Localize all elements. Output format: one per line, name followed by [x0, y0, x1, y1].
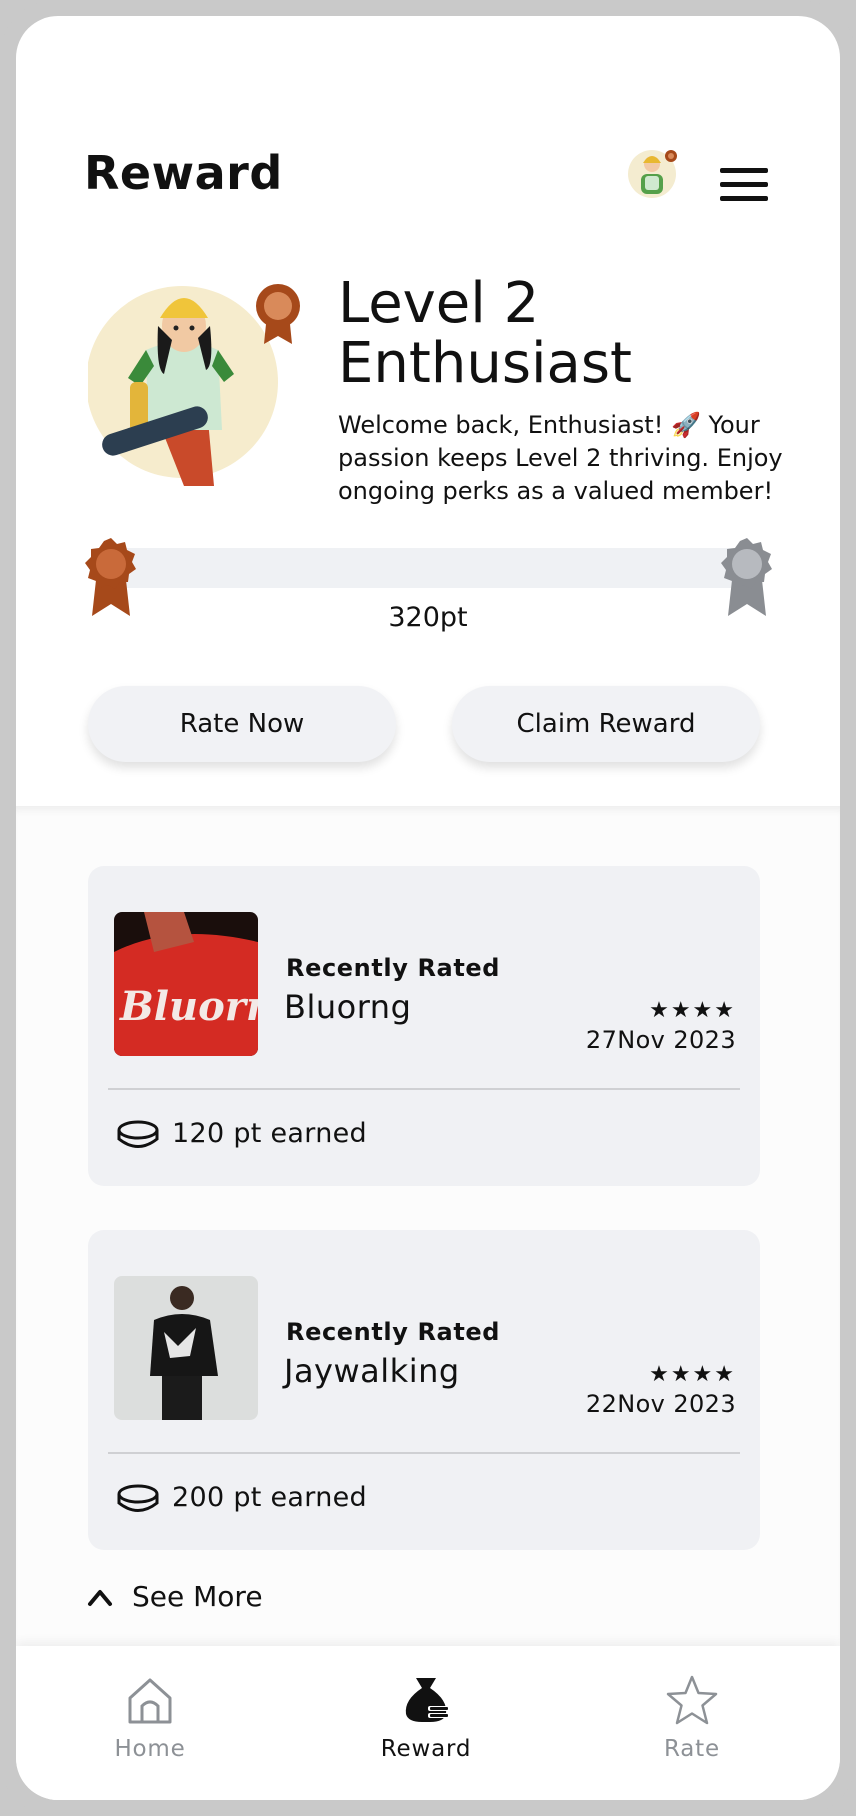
rating-date: 27Nov 2023	[585, 1026, 736, 1054]
recent-activity-section: Bluorng Recently Rated Bluorng ★★★★ 27No…	[16, 806, 840, 1666]
hamburger-icon-bar	[720, 196, 768, 201]
nav-rate[interactable]: Rate	[612, 1674, 772, 1762]
points-earned: 120 pt earned	[172, 1118, 367, 1149]
product-image-model-tshirt	[114, 1276, 258, 1420]
product-thumbnail: Bluorng	[114, 912, 258, 1056]
card-product-name: Bluorng	[284, 988, 412, 1026]
bottom-navigation: Home Reward Rate	[16, 1646, 840, 1800]
card-product-name: Jaywalking	[284, 1352, 460, 1390]
home-icon	[128, 1678, 172, 1724]
rating-date: 22Nov 2023	[585, 1390, 736, 1418]
card-kicker: Recently Rated	[286, 954, 501, 982]
level-progress-bar	[120, 548, 756, 588]
hamburger-icon-bar	[720, 182, 768, 187]
money-bag-icon	[405, 1678, 448, 1722]
app-screen: Reward Level 2 Enthusiast Welcome back, …	[16, 16, 840, 1800]
product-thumbnail	[114, 1276, 258, 1420]
level-title-name: Enthusiast	[338, 331, 632, 396]
see-more-label: See More	[132, 1580, 263, 1613]
coin-icon	[117, 1120, 159, 1148]
rated-item-card[interactable]: Bluorng Recently Rated Bluorng ★★★★ 27No…	[88, 866, 760, 1186]
coin-icon	[117, 1484, 159, 1512]
card-divider	[108, 1452, 740, 1454]
level-title: Level 2 Enthusiast	[338, 274, 818, 394]
rated-item-card[interactable]: Recently Rated Jaywalking ★★★★ 22Nov 202…	[88, 1230, 760, 1550]
hamburger-icon-bar	[720, 168, 768, 173]
rating-stars: ★★★★	[649, 998, 736, 1023]
card-divider	[108, 1088, 740, 1090]
points-value: 320pt	[388, 602, 468, 633]
product-image-red-jacket: Bluorng	[114, 912, 258, 1056]
menu-button[interactable]	[720, 168, 768, 204]
device-frame: Reward Level 2 Enthusiast Welcome back, …	[0, 0, 856, 1816]
page-title: Reward	[84, 146, 283, 200]
star-icon	[666, 1675, 718, 1725]
claim-reward-button[interactable]: Claim Reward	[452, 686, 760, 762]
level-avatar	[88, 284, 300, 486]
nav-reward[interactable]: Reward	[346, 1674, 506, 1762]
card-kicker: Recently Rated	[286, 1318, 501, 1346]
nav-reward-label: Reward	[380, 1736, 472, 1762]
see-more-toggle[interactable]: See More	[86, 1580, 263, 1613]
profile-avatar[interactable]	[626, 144, 682, 200]
nav-home-label: Home	[114, 1736, 186, 1762]
points-earned: 200 pt earned	[172, 1482, 367, 1513]
rating-stars: ★★★★	[649, 1362, 736, 1387]
level-description: Welcome back, Enthusiast! 🚀 Your passion…	[338, 411, 783, 505]
nav-rate-label: Rate	[664, 1736, 720, 1762]
nav-home[interactable]: Home	[70, 1674, 230, 1762]
level-title-number: Level 2	[338, 271, 540, 336]
thumbnail-brand-text: Bluorng	[119, 983, 258, 1030]
chevron-up-icon	[88, 1589, 112, 1606]
rate-now-button[interactable]: Rate Now	[88, 686, 396, 762]
